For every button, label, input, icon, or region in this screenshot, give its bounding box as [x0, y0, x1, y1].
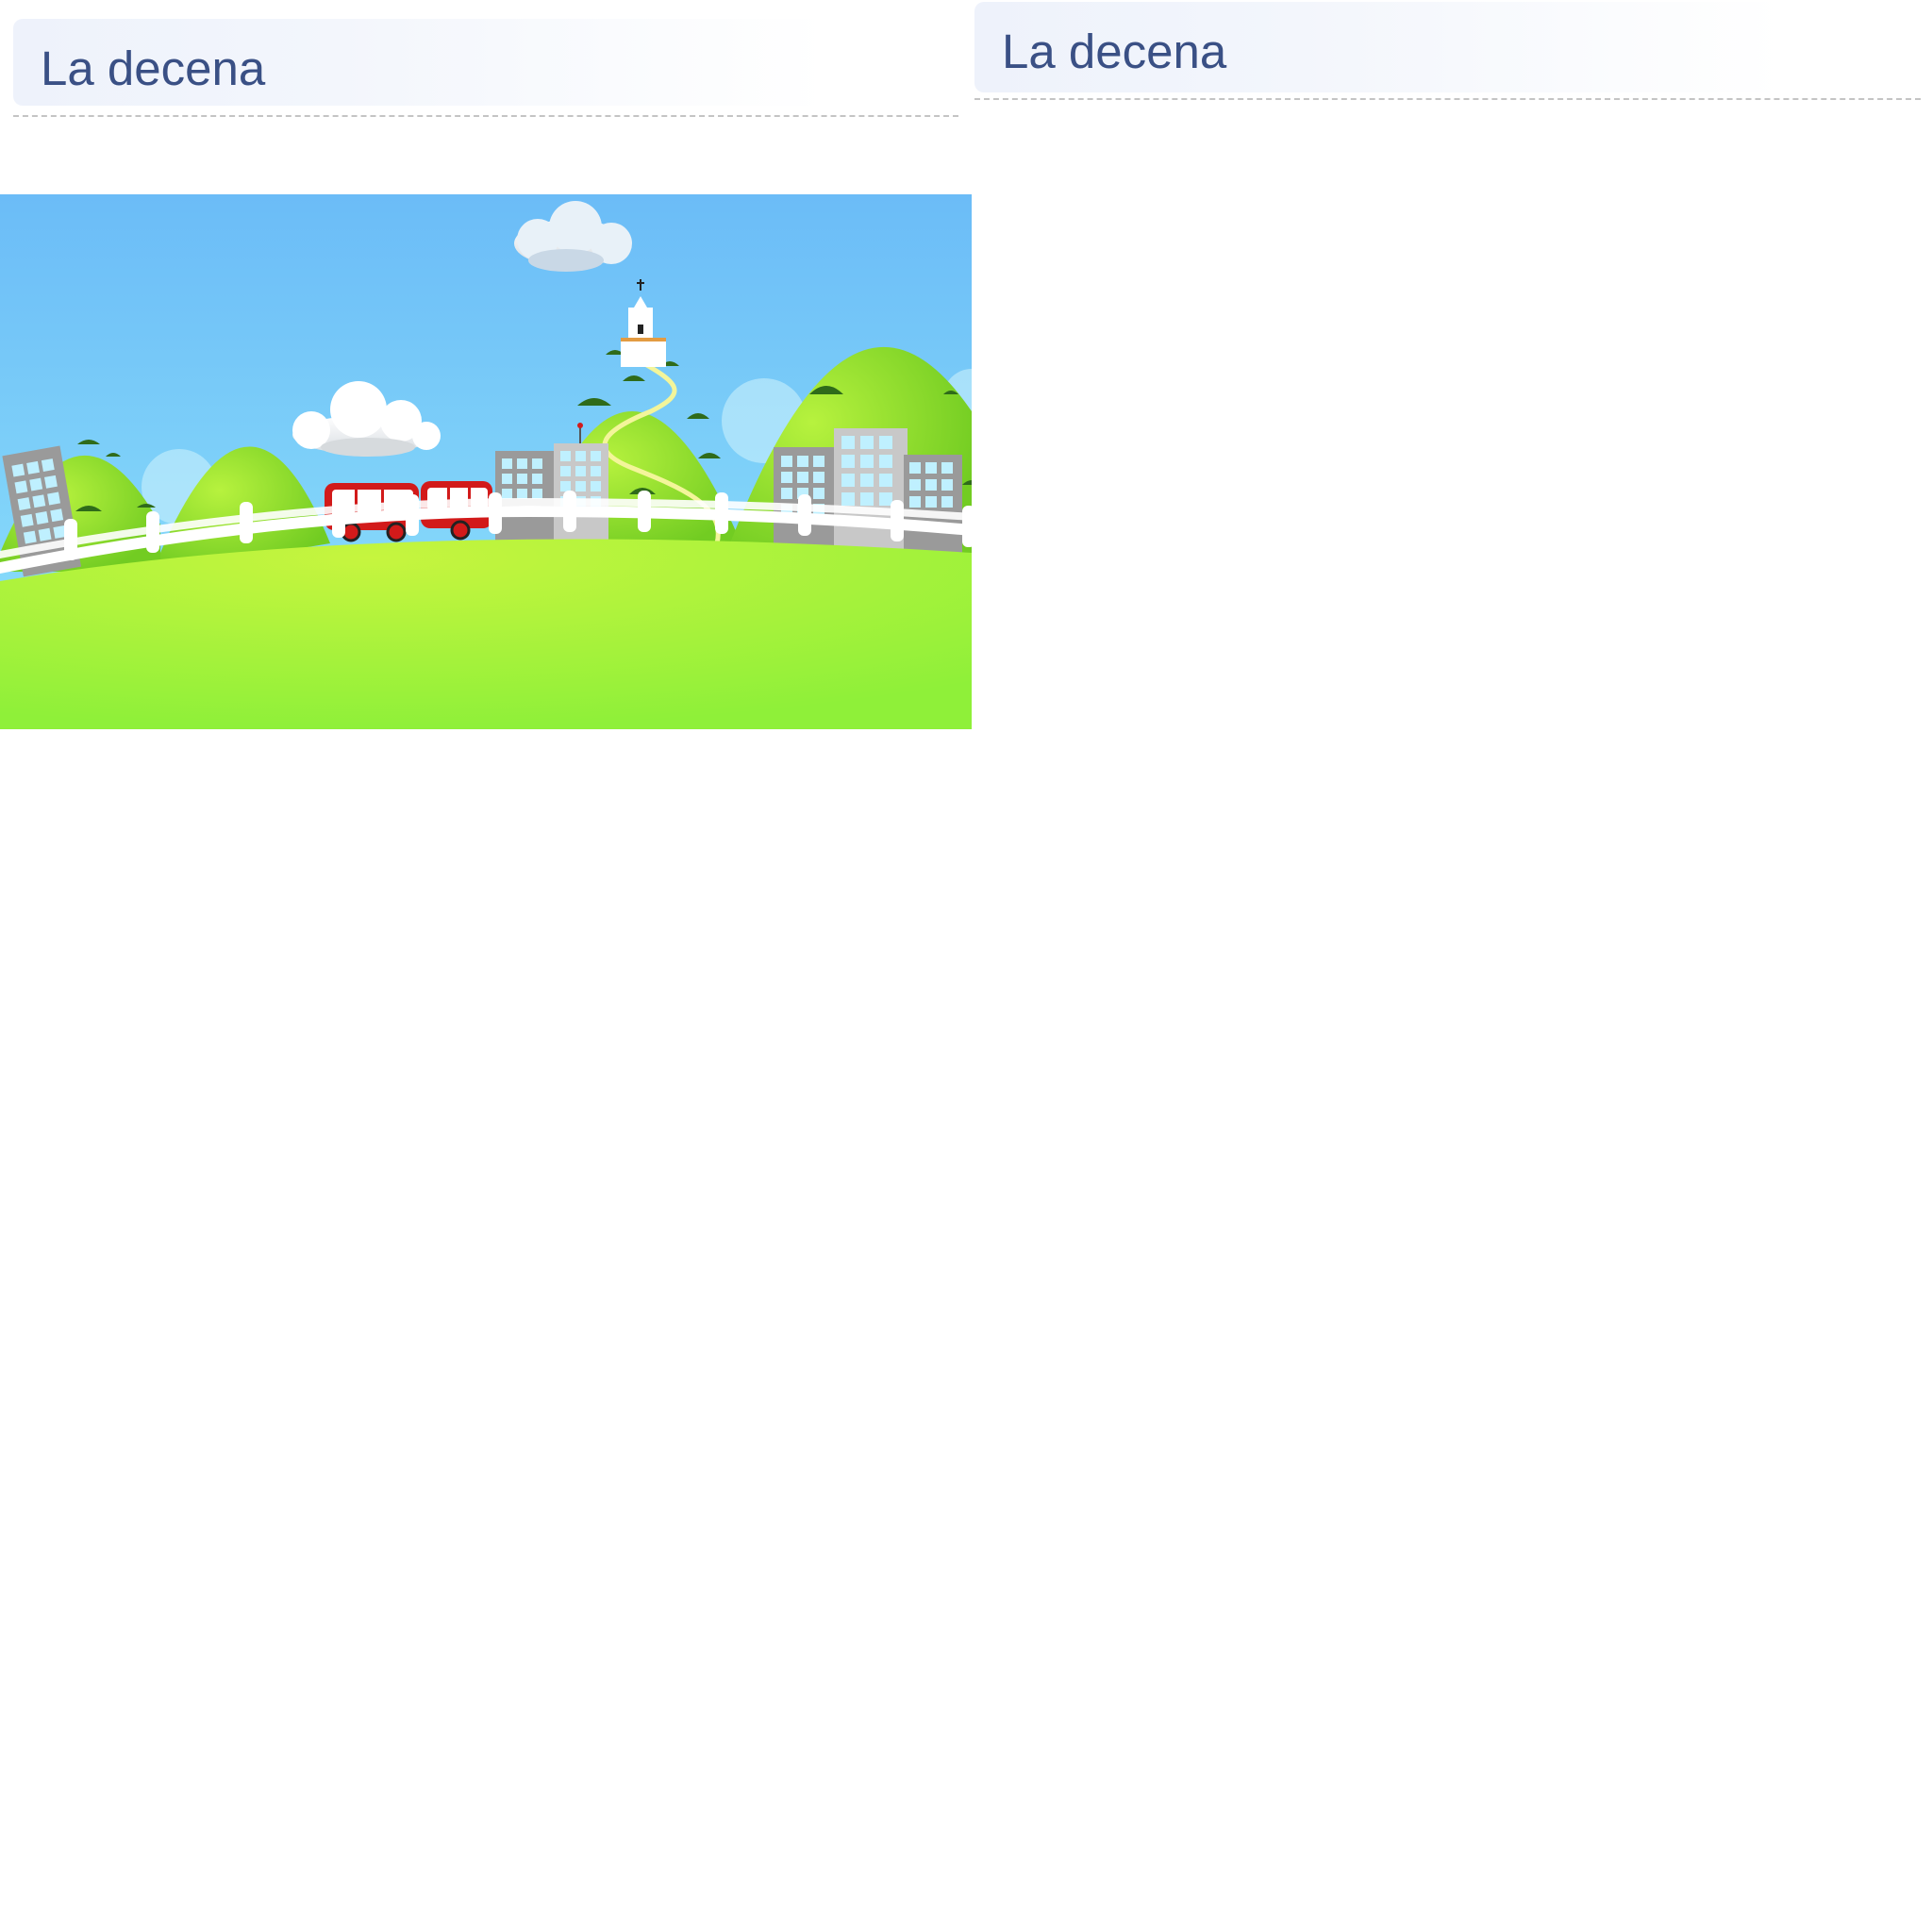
- slide-right: La decena: [972, 0, 1932, 1932]
- title-divider: [974, 98, 1921, 100]
- slide-title: La decena: [1002, 25, 1227, 78]
- grass: [0, 539, 972, 729]
- title-divider: [13, 115, 958, 117]
- landscape-illustration: [0, 194, 972, 729]
- slide-title: La decena: [41, 42, 266, 95]
- building-icon: [904, 455, 962, 558]
- slide-left: La decena: [0, 0, 972, 1932]
- building-icon: [495, 451, 554, 545]
